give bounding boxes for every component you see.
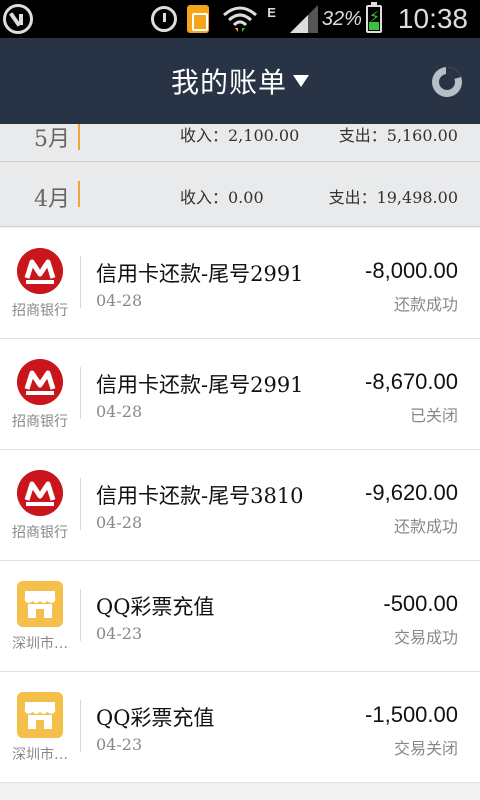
status-bar: E 32% ⚡ 10:38	[0, 0, 480, 38]
merchant-name: 招商银行	[12, 414, 68, 430]
month-divider	[78, 124, 80, 150]
alarm-icon	[151, 6, 178, 32]
bill-status: 已关闭	[409, 406, 458, 425]
sim-card-icon	[187, 5, 210, 33]
page-title: 我的账单	[170, 66, 287, 99]
month-label: 4月	[34, 187, 70, 212]
bill-date: 04-23	[96, 624, 143, 643]
merchant-name: 招商银行	[12, 525, 68, 541]
month-header-april: 4月 收入：0.00 支出：19,498.00	[0, 162, 480, 227]
row-divider	[80, 367, 81, 419]
bill-date: 04-28	[96, 513, 143, 532]
month-divider	[78, 181, 80, 207]
month-expense: 支出：5,160.00	[338, 126, 458, 145]
bill-title: QQ彩票充值	[96, 595, 215, 619]
cmb-bank-logo	[17, 359, 63, 405]
bill-amount: -8,670.00	[365, 369, 458, 394]
pie-chart-icon[interactable]	[430, 65, 464, 99]
bill-date: 04-28	[96, 402, 143, 421]
battery-percent: 32%	[321, 7, 362, 30]
bill-title: 信用卡还款-尾号2991	[96, 373, 304, 397]
bill-status: 还款成功	[393, 517, 458, 536]
bill-title: 信用卡还款-尾号2991	[96, 262, 304, 286]
bill-amount: -500.00	[383, 591, 458, 616]
caret-down-icon	[293, 75, 309, 87]
month-label: 5月	[34, 127, 70, 152]
signal-icon	[289, 5, 318, 33]
bill-filter-dropdown[interactable]: 我的账单	[0, 38, 480, 124]
merchant-name: 深圳市…	[12, 747, 68, 763]
bill-row[interactable]: 招商银行 信用卡还款-尾号2991 04-28 -8,670.00 已关闭	[0, 339, 480, 450]
cmb-bank-logo	[17, 470, 63, 516]
app-header: 我的账单	[0, 38, 480, 124]
row-divider	[80, 589, 81, 641]
bill-amount: -8,000.00	[365, 258, 458, 283]
bill-date: 04-23	[96, 735, 143, 754]
merchant-name: 深圳市…	[12, 636, 68, 652]
shop-icon	[17, 581, 63, 627]
shop-icon	[17, 692, 63, 738]
network-type-label: E	[267, 4, 276, 20]
bill-title: QQ彩票充值	[96, 706, 215, 730]
bill-title: 信用卡还款-尾号3810	[96, 484, 304, 508]
month-expense: 支出：19,498.00	[328, 188, 458, 207]
row-divider	[80, 478, 81, 530]
bill-row[interactable]: 深圳市… QQ彩票充值 04-23 -1,500.00 交易关闭	[0, 672, 480, 783]
bill-status: 还款成功	[393, 295, 458, 314]
row-divider	[80, 256, 81, 308]
usb-debug-icon	[3, 4, 33, 34]
bill-date: 04-28	[96, 291, 143, 310]
cmb-bank-logo	[17, 248, 63, 294]
battery-charging-icon: ⚡	[365, 2, 382, 33]
month-income: 收入：0.00	[180, 188, 264, 207]
bill-amount: -9,620.00	[365, 480, 458, 505]
bill-status: 交易成功	[393, 628, 458, 647]
merchant-name: 招商银行	[12, 303, 68, 319]
bill-row[interactable]: 深圳市… QQ彩票充值 04-23 -500.00 交易成功	[0, 561, 480, 672]
wifi-icon	[223, 6, 258, 32]
bill-row[interactable]: 招商银行 信用卡还款-尾号2991 04-28 -8,000.00 还款成功	[0, 228, 480, 339]
clock: 10:38	[397, 3, 468, 34]
month-income: 收入：2,100.00	[180, 126, 300, 145]
row-divider	[80, 700, 81, 752]
bill-amount: -1,500.00	[365, 702, 458, 727]
month-header-may: 5月 收入：2,100.00 支出：5,160.00	[0, 124, 480, 162]
bill-status: 交易关闭	[393, 739, 458, 758]
bill-row[interactable]: 招商银行 信用卡还款-尾号3810 04-28 -9,620.00 还款成功	[0, 450, 480, 561]
